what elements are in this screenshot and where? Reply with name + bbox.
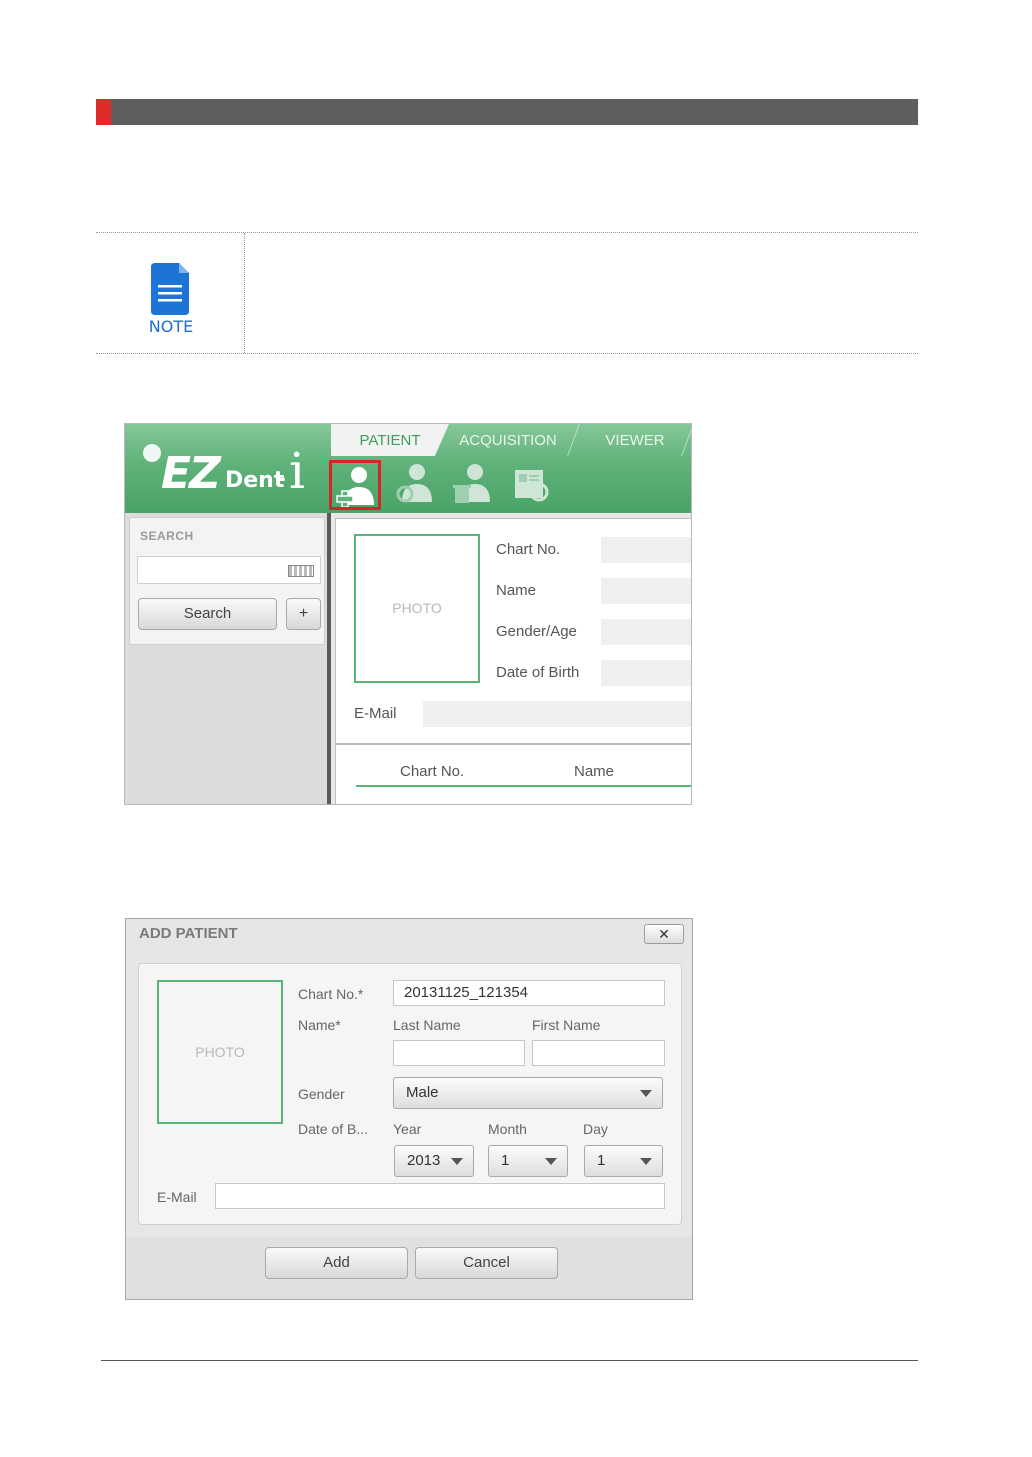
list-header-name[interactable]: Name — [574, 763, 614, 780]
chevron-down-icon — [640, 1158, 652, 1165]
first-name-input[interactable] — [532, 1040, 665, 1066]
search-box: SEARCH Search + — [129, 517, 325, 645]
search-panel: SEARCH Search + — [125, 513, 331, 804]
section-header-bar — [96, 99, 918, 125]
gender-age-field — [601, 619, 691, 645]
gender-value: Male — [406, 1084, 439, 1101]
note-label: NOTE — [148, 317, 194, 336]
dob-label: Date of B... — [298, 1121, 369, 1137]
list-header-underline — [356, 785, 691, 787]
patient-photo[interactable]: PHOTO — [157, 980, 283, 1124]
email-input[interactable] — [215, 1183, 665, 1209]
chart-no-label: Chart No. — [496, 541, 561, 558]
add-patient-button[interactable] — [329, 460, 381, 510]
last-name-input[interactable] — [393, 1040, 525, 1066]
list-header-next[interactable]: D — [690, 763, 691, 780]
note-box: NOTE — [96, 232, 918, 354]
section-header-accent — [96, 99, 111, 125]
logo-ez: EZ — [161, 448, 221, 499]
dialog-form: PHOTO Chart No.* 20131125_121354 Name* L… — [138, 963, 682, 1225]
tab-patient[interactable]: PATIENT — [331, 424, 449, 456]
gender-label: Gender — [298, 1086, 345, 1102]
dob-field — [601, 660, 691, 686]
list-header-chart-no[interactable]: Chart No. — [400, 763, 464, 780]
search-patient-button[interactable] — [391, 460, 443, 510]
gender-select[interactable]: Male — [393, 1077, 663, 1109]
email-label: E-Mail — [354, 705, 397, 722]
footer-rule — [101, 1360, 918, 1361]
dialog-title: ADD PATIENT — [139, 925, 238, 942]
year-select[interactable]: 2013 — [394, 1145, 474, 1177]
close-button[interactable]: ✕ — [644, 924, 684, 944]
dob-label: Date of Birth — [496, 664, 580, 681]
year-label: Year — [393, 1121, 422, 1137]
delete-patient-icon — [453, 464, 490, 503]
gender-age-label: Gender/Age — [496, 623, 577, 640]
patient-record-icon — [515, 470, 549, 502]
month-select[interactable]: 1 — [488, 1145, 568, 1177]
search-label: SEARCH — [140, 529, 194, 543]
email-field — [423, 701, 691, 727]
patient-list: Chart No. Name D — [335, 744, 691, 804]
add-patient-icon — [336, 467, 374, 508]
chevron-down-icon — [451, 1158, 463, 1165]
add-button[interactable]: Add — [265, 1247, 408, 1279]
year-value: 2013 — [407, 1152, 441, 1169]
month-label: Month — [488, 1121, 527, 1137]
last-name-label: Last Name — [393, 1017, 461, 1033]
chart-no-field — [601, 537, 691, 563]
patient-info-panel: PHOTO Chart No. Name Gender/Age Date of … — [335, 518, 691, 744]
chevron-down-icon — [545, 1158, 557, 1165]
patient-photo: PHOTO — [354, 534, 480, 683]
name-label: Name — [496, 582, 537, 599]
tab-viewer[interactable]: VIEWER — [575, 424, 691, 456]
search-button[interactable]: Search — [138, 598, 277, 630]
note-divider — [244, 233, 245, 353]
chart-no-input[interactable]: 20131125_121354 — [393, 980, 665, 1006]
ezdent-main-window: EZ Dent - i PATIENT ACQUISITION VIEWER S… — [124, 423, 692, 805]
day-label: Day — [583, 1121, 608, 1137]
expand-search-button[interactable]: + — [286, 598, 321, 630]
close-icon: ✕ — [658, 926, 670, 942]
day-value: 1 — [597, 1152, 606, 1169]
search-input[interactable] — [137, 556, 321, 584]
dialog-footer: Add Cancel — [126, 1237, 692, 1299]
name-label: Name* — [298, 1017, 341, 1033]
logo-dent: Dent — [225, 468, 285, 493]
cancel-button[interactable]: Cancel — [415, 1247, 558, 1279]
day-select[interactable]: 1 — [584, 1145, 663, 1177]
logo-dash: - — [277, 462, 286, 492]
delete-patient-button[interactable] — [449, 460, 501, 510]
chevron-down-icon — [640, 1090, 652, 1097]
keyboard-icon[interactable] — [288, 565, 314, 577]
note-document-icon — [151, 263, 189, 315]
ezdent-logo: EZ Dent - i — [143, 442, 318, 504]
name-field — [601, 578, 691, 604]
search-patient-icon — [396, 464, 432, 503]
first-name-label: First Name — [532, 1017, 601, 1033]
add-patient-dialog: ADD PATIENT ✕ PHOTO Chart No.* 20131125_… — [125, 918, 693, 1300]
app-topbar: EZ Dent - i PATIENT ACQUISITION VIEWER — [125, 424, 691, 513]
month-value: 1 — [501, 1152, 510, 1169]
chart-no-label: Chart No.* — [298, 986, 364, 1002]
patient-record-button[interactable] — [509, 460, 561, 510]
email-label: E-Mail — [157, 1189, 197, 1205]
logo-i: i — [289, 442, 305, 500]
tab-acquisition[interactable]: ACQUISITION — [443, 424, 573, 456]
logo-bubble — [143, 444, 161, 462]
